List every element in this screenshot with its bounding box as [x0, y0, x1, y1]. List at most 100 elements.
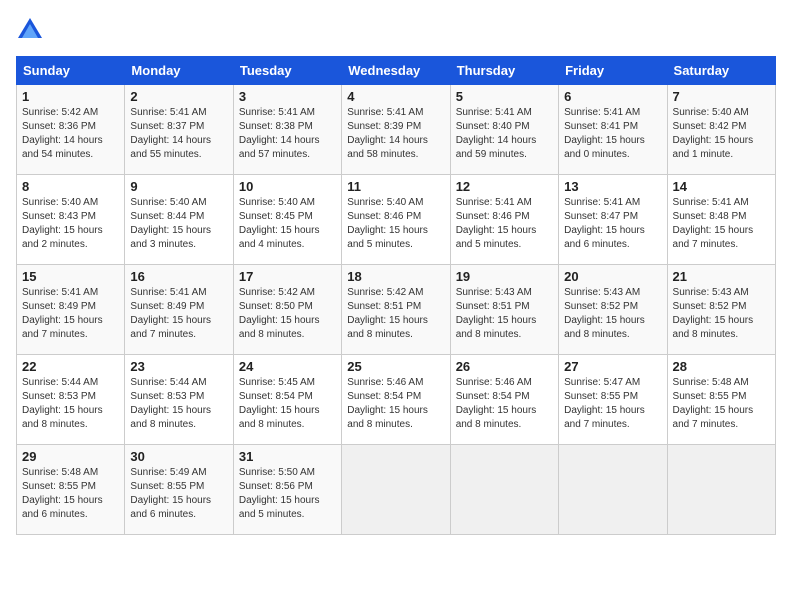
day-info: Sunrise: 5:41 AMSunset: 8:46 PMDaylight:…: [456, 196, 553, 252]
day-number: 11: [347, 179, 444, 194]
day-number: 25: [347, 359, 444, 374]
day-number: 18: [347, 269, 444, 284]
day-info: Sunrise: 5:49 AMSunset: 8:55 PMDaylight:…: [130, 466, 227, 522]
calendar-week-1: 1 Sunrise: 5:42 AMSunset: 8:36 PMDaylight…: [17, 85, 776, 175]
calendar-cell: 31Sunrise: 5:50 AMSunset: 8:56 PMDayligh…: [233, 445, 341, 535]
calendar-cell: 21 Sunrise: 5:43 AMSunset: 8:52 PMDayligh…: [667, 265, 775, 355]
day-info: Sunrise: 5:40 AMSunset: 8:44 PMDaylight:…: [130, 196, 227, 252]
day-number: 23: [130, 359, 227, 374]
day-number: 30: [130, 449, 227, 464]
day-info: Sunrise: 5:42 AMSunset: 8:50 PMDaylight:…: [239, 286, 336, 342]
calendar-cell: 29Sunrise: 5:48 AMSunset: 8:55 PMDayligh…: [17, 445, 125, 535]
day-number: 15: [22, 269, 119, 284]
calendar-cell: 2 Sunrise: 5:41 AMSunset: 8:37 PMDaylight…: [125, 85, 233, 175]
day-info: Sunrise: 5:44 AMSunset: 8:53 PMDaylight:…: [22, 376, 119, 432]
calendar-cell: [450, 445, 558, 535]
day-info: Sunrise: 5:41 AMSunset: 8:41 PMDaylight:…: [564, 106, 661, 162]
day-header-thursday: Thursday: [450, 57, 558, 85]
day-info: Sunrise: 5:40 AMSunset: 8:43 PMDaylight:…: [22, 196, 119, 252]
calendar-cell: 9 Sunrise: 5:40 AMSunset: 8:44 PMDaylight…: [125, 175, 233, 265]
calendar-table: SundayMondayTuesdayWednesdayThursdayFrid…: [16, 56, 776, 535]
calendar-cell: 19 Sunrise: 5:43 AMSunset: 8:51 PMDayligh…: [450, 265, 558, 355]
day-number: 20: [564, 269, 661, 284]
day-number: 16: [130, 269, 227, 284]
calendar-cell: 16 Sunrise: 5:41 AMSunset: 8:49 PMDayligh…: [125, 265, 233, 355]
day-number: 27: [564, 359, 661, 374]
day-number: 24: [239, 359, 336, 374]
day-header-wednesday: Wednesday: [342, 57, 450, 85]
day-header-monday: Monday: [125, 57, 233, 85]
calendar-week-3: 15 Sunrise: 5:41 AMSunset: 8:49 PMDayligh…: [17, 265, 776, 355]
calendar-cell: 3 Sunrise: 5:41 AMSunset: 8:38 PMDaylight…: [233, 85, 341, 175]
calendar-header-row: SundayMondayTuesdayWednesdayThursdayFrid…: [17, 57, 776, 85]
day-number: 3: [239, 89, 336, 104]
calendar-week-2: 8 Sunrise: 5:40 AMSunset: 8:43 PMDaylight…: [17, 175, 776, 265]
day-info: Sunrise: 5:46 AMSunset: 8:54 PMDaylight:…: [456, 376, 553, 432]
day-header-tuesday: Tuesday: [233, 57, 341, 85]
calendar-cell: 1 Sunrise: 5:42 AMSunset: 8:36 PMDaylight…: [17, 85, 125, 175]
day-number: 1: [22, 89, 119, 104]
day-info: Sunrise: 5:43 AMSunset: 8:52 PMDaylight:…: [673, 286, 770, 342]
day-info: Sunrise: 5:47 AMSunset: 8:55 PMDaylight:…: [564, 376, 661, 432]
logo-icon: [16, 16, 44, 44]
day-header-sunday: Sunday: [17, 57, 125, 85]
calendar-cell: 10 Sunrise: 5:40 AMSunset: 8:45 PMDayligh…: [233, 175, 341, 265]
calendar-cell: 4Sunrise: 5:41 AMSunset: 8:39 PMDaylight…: [342, 85, 450, 175]
day-number: 4: [347, 89, 444, 104]
day-info: Sunrise: 5:41 AMSunset: 8:49 PMDaylight:…: [130, 286, 227, 342]
day-number: 19: [456, 269, 553, 284]
page-header: [16, 16, 776, 44]
day-header-saturday: Saturday: [667, 57, 775, 85]
day-info: Sunrise: 5:41 AMSunset: 8:38 PMDaylight:…: [239, 106, 336, 162]
day-number: 8: [22, 179, 119, 194]
day-info: Sunrise: 5:41 AMSunset: 8:49 PMDaylight:…: [22, 286, 119, 342]
day-number: 14: [673, 179, 770, 194]
calendar-week-5: 29Sunrise: 5:48 AMSunset: 8:55 PMDayligh…: [17, 445, 776, 535]
calendar-cell: 5 Sunrise: 5:41 AMSunset: 8:40 PMDaylight…: [450, 85, 558, 175]
day-number: 12: [456, 179, 553, 194]
day-info: Sunrise: 5:41 AMSunset: 8:47 PMDaylight:…: [564, 196, 661, 252]
calendar-week-4: 22 Sunrise: 5:44 AMSunset: 8:53 PMDayligh…: [17, 355, 776, 445]
day-info: Sunrise: 5:42 AMSunset: 8:36 PMDaylight:…: [22, 106, 119, 162]
calendar-cell: 22 Sunrise: 5:44 AMSunset: 8:53 PMDayligh…: [17, 355, 125, 445]
calendar-cell: 23 Sunrise: 5:44 AMSunset: 8:53 PMDayligh…: [125, 355, 233, 445]
day-number: 6: [564, 89, 661, 104]
calendar-cell: 25Sunrise: 5:46 AMSunset: 8:54 PMDayligh…: [342, 355, 450, 445]
day-header-friday: Friday: [559, 57, 667, 85]
calendar-cell: 30 Sunrise: 5:49 AMSunset: 8:55 PMDayligh…: [125, 445, 233, 535]
day-info: Sunrise: 5:41 AMSunset: 8:37 PMDaylight:…: [130, 106, 227, 162]
calendar-cell: [559, 445, 667, 535]
calendar-cell: 12 Sunrise: 5:41 AMSunset: 8:46 PMDayligh…: [450, 175, 558, 265]
calendar-cell: 27 Sunrise: 5:47 AMSunset: 8:55 PMDayligh…: [559, 355, 667, 445]
day-info: Sunrise: 5:41 AMSunset: 8:40 PMDaylight:…: [456, 106, 553, 162]
calendar-cell: 8 Sunrise: 5:40 AMSunset: 8:43 PMDaylight…: [17, 175, 125, 265]
day-number: 2: [130, 89, 227, 104]
calendar-cell: 7Sunrise: 5:40 AMSunset: 8:42 PMDaylight…: [667, 85, 775, 175]
day-info: Sunrise: 5:48 AMSunset: 8:55 PMDaylight:…: [22, 466, 119, 522]
day-info: Sunrise: 5:43 AMSunset: 8:51 PMDaylight:…: [456, 286, 553, 342]
day-number: 9: [130, 179, 227, 194]
calendar-cell: 24Sunrise: 5:45 AMSunset: 8:54 PMDayligh…: [233, 355, 341, 445]
calendar-cell: 6 Sunrise: 5:41 AMSunset: 8:41 PMDaylight…: [559, 85, 667, 175]
day-number: 10: [239, 179, 336, 194]
calendar-cell: [342, 445, 450, 535]
calendar-cell: 20 Sunrise: 5:43 AMSunset: 8:52 PMDayligh…: [559, 265, 667, 355]
calendar-cell: 11 Sunrise: 5:40 AMSunset: 8:46 PMDayligh…: [342, 175, 450, 265]
day-number: 17: [239, 269, 336, 284]
day-number: 21: [673, 269, 770, 284]
calendar-cell: 14Sunrise: 5:41 AMSunset: 8:48 PMDayligh…: [667, 175, 775, 265]
day-info: Sunrise: 5:40 AMSunset: 8:46 PMDaylight:…: [347, 196, 444, 252]
day-info: Sunrise: 5:48 AMSunset: 8:55 PMDaylight:…: [673, 376, 770, 432]
day-info: Sunrise: 5:44 AMSunset: 8:53 PMDaylight:…: [130, 376, 227, 432]
calendar-cell: [667, 445, 775, 535]
calendar-cell: 26Sunrise: 5:46 AMSunset: 8:54 PMDayligh…: [450, 355, 558, 445]
day-info: Sunrise: 5:40 AMSunset: 8:45 PMDaylight:…: [239, 196, 336, 252]
day-number: 13: [564, 179, 661, 194]
calendar-cell: 28Sunrise: 5:48 AMSunset: 8:55 PMDayligh…: [667, 355, 775, 445]
day-number: 5: [456, 89, 553, 104]
day-info: Sunrise: 5:42 AMSunset: 8:51 PMDaylight:…: [347, 286, 444, 342]
day-number: 22: [22, 359, 119, 374]
calendar-cell: 15 Sunrise: 5:41 AMSunset: 8:49 PMDayligh…: [17, 265, 125, 355]
calendar-cell: 17 Sunrise: 5:42 AMSunset: 8:50 PMDayligh…: [233, 265, 341, 355]
day-info: Sunrise: 5:43 AMSunset: 8:52 PMDaylight:…: [564, 286, 661, 342]
